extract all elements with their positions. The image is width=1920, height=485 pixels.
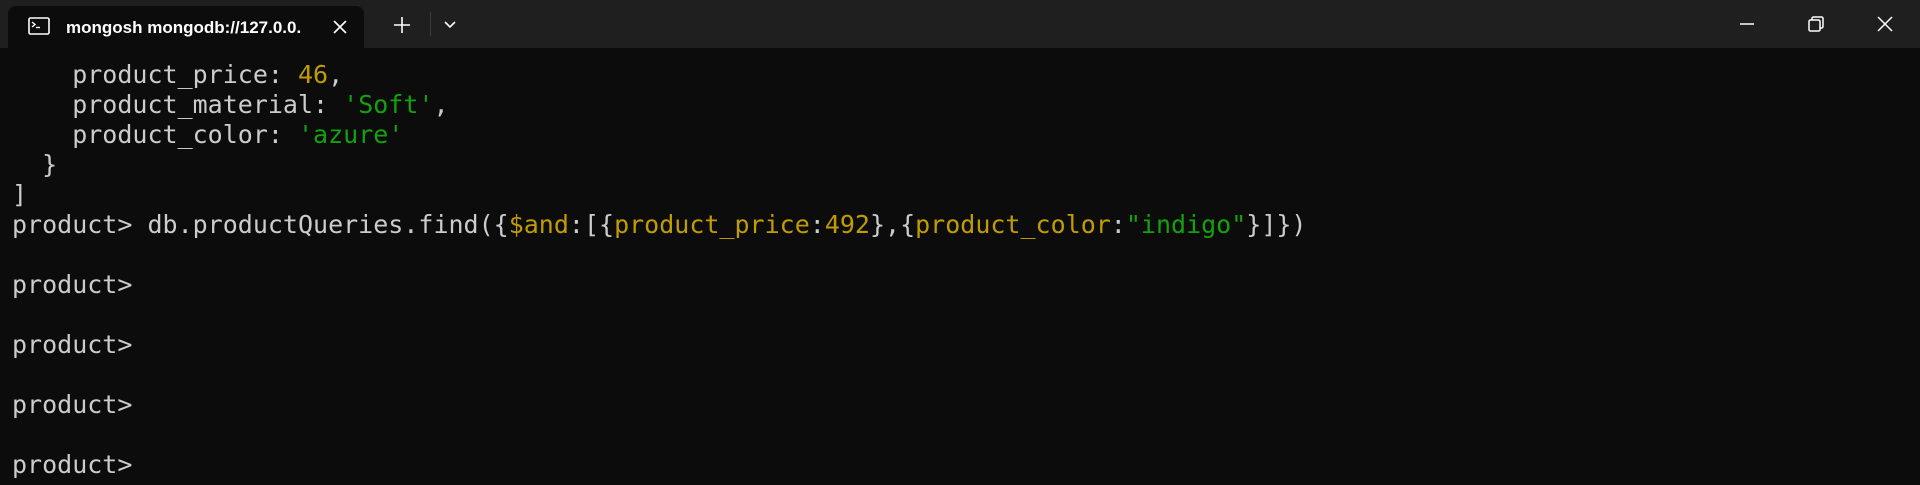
close-icon[interactable] xyxy=(330,17,350,37)
output-line: product_color: 'azure' xyxy=(12,120,404,149)
tab-separator xyxy=(430,12,431,36)
minimize-icon[interactable] xyxy=(1735,12,1759,36)
output-line: ] xyxy=(12,180,28,209)
terminal-output[interactable]: product_price: 46, product_material: 'So… xyxy=(12,60,1912,480)
plus-icon[interactable] xyxy=(390,13,414,37)
prompt-line: product> xyxy=(12,330,133,359)
chevron-down-icon[interactable] xyxy=(440,14,460,34)
command-line: product> db.productQueries.find({$and:[{… xyxy=(12,210,1307,239)
output-line: product_material: 'Soft', xyxy=(12,90,449,119)
close-icon[interactable] xyxy=(1873,12,1897,36)
terminal-tab[interactable]: mongosh mongodb://127.0.0. xyxy=(8,6,364,48)
output-line: product_price: 46, xyxy=(12,60,344,89)
restore-icon[interactable] xyxy=(1804,12,1828,36)
prompt-line: product> xyxy=(12,390,133,419)
terminal-icon xyxy=(28,17,50,35)
title-bar: mongosh mongodb://127.0.0. xyxy=(0,0,1920,48)
tab-title: mongosh mongodb://127.0.0. xyxy=(66,18,302,37)
prompt-line: product> xyxy=(12,270,133,299)
output-line: } xyxy=(12,150,58,179)
prompt-line: product> xyxy=(12,450,133,479)
